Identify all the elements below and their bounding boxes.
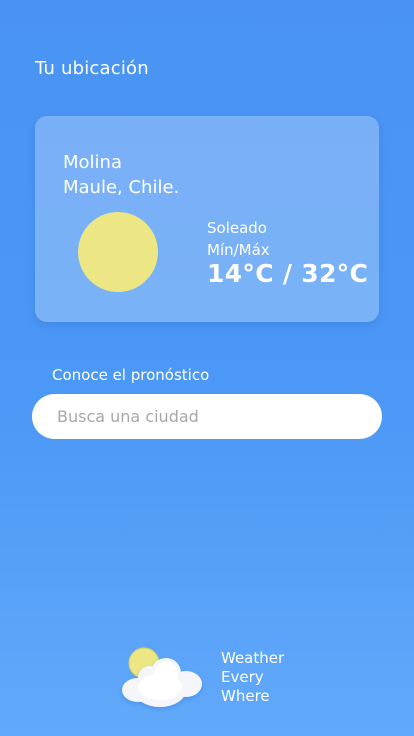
min-max-label: Mín/Máx — [207, 241, 270, 259]
sun-icon — [78, 212, 158, 292]
weather-condition: Soleado — [207, 219, 267, 237]
partly-cloudy-icon — [116, 644, 206, 712]
city-name: Molina — [63, 152, 122, 173]
forecast-label: Conoce el pronóstico — [52, 366, 210, 384]
location-name: Molina Maule, Chile. — [63, 150, 179, 200]
temperature-range: 14°C / 32°C — [207, 259, 369, 288]
region-country: Maule, Chile. — [63, 177, 180, 198]
brand-line-3: Where — [221, 687, 270, 705]
city-search-input[interactable] — [32, 394, 382, 439]
brand-line-1: Weather — [221, 649, 285, 667]
app-brand-name: Weather Every Where — [221, 649, 284, 706]
brand-line-2: Every — [221, 668, 264, 686]
page-title: Tu ubicación — [35, 58, 149, 79]
current-weather-card: Molina Maule, Chile. Soleado Mín/Máx 14°… — [35, 116, 379, 322]
